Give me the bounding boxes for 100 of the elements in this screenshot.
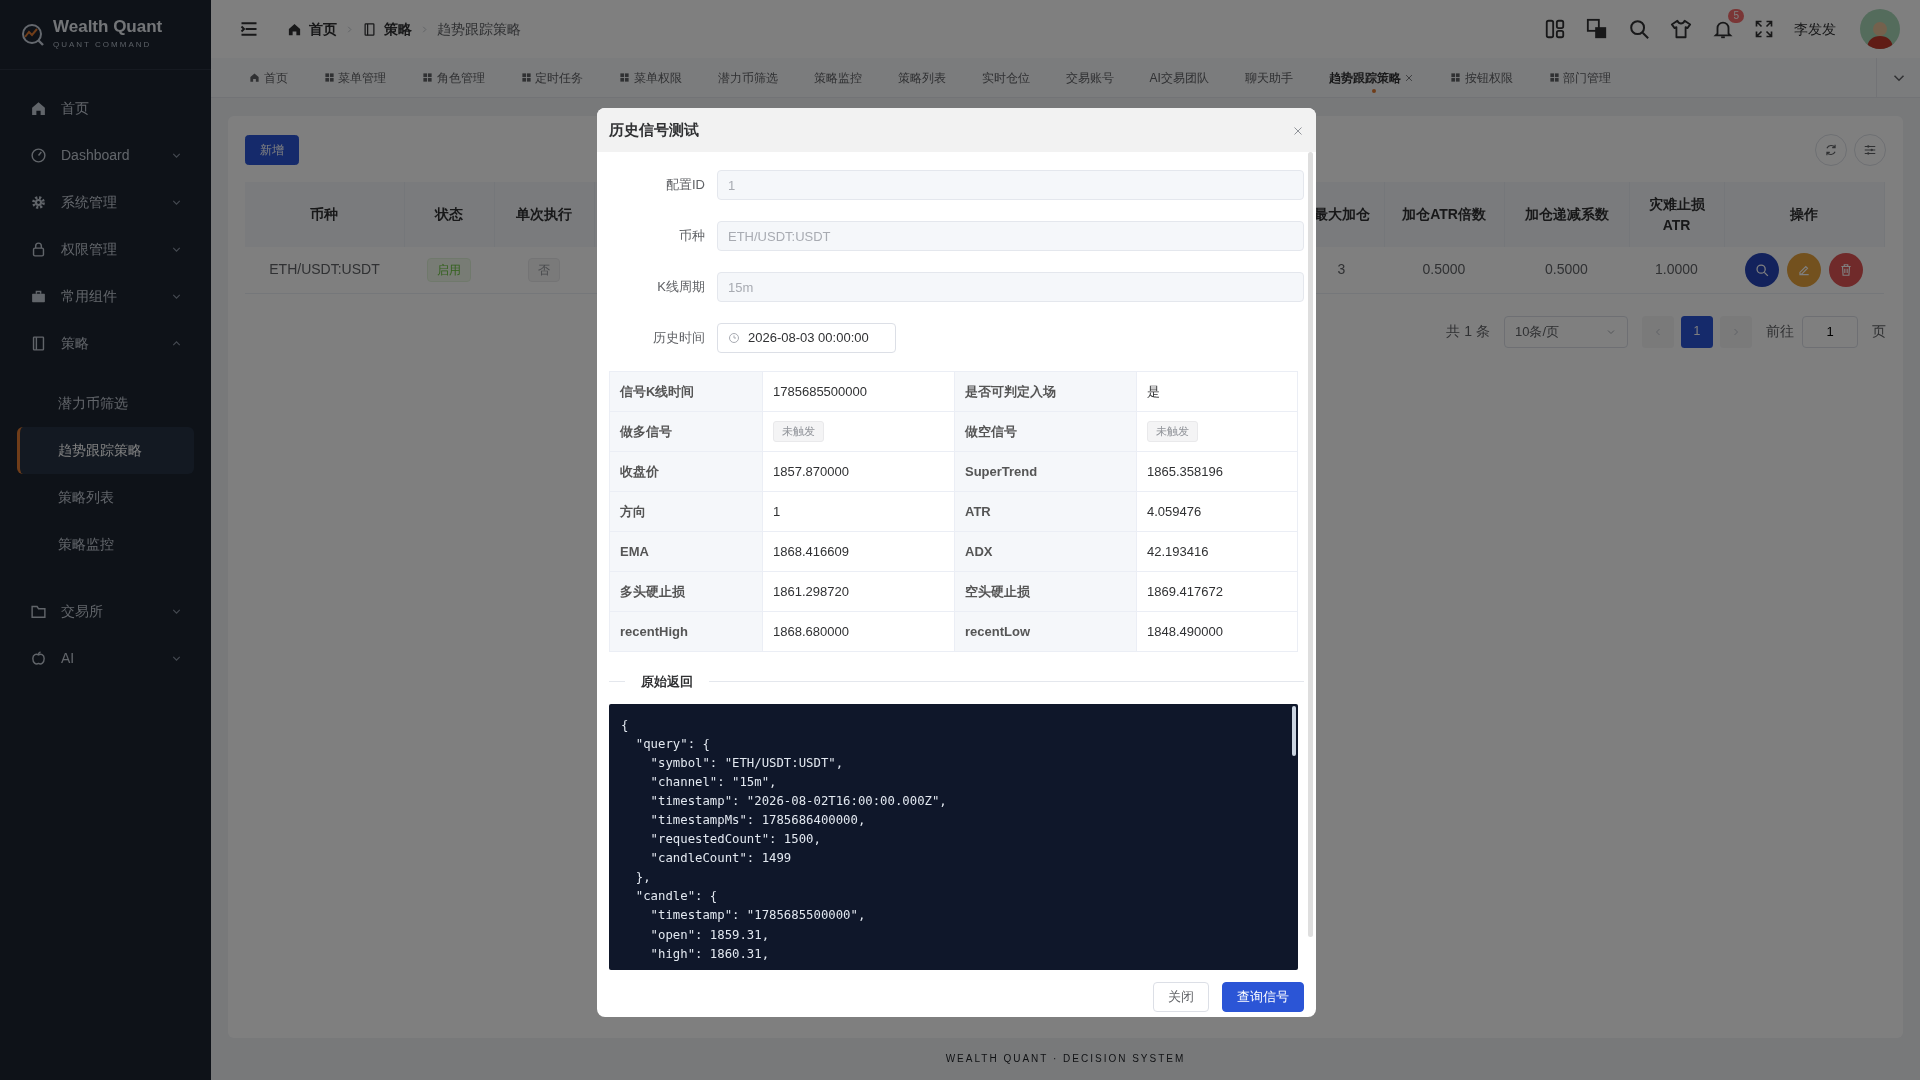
tab[interactable]: 按钮权限 [1432, 57, 1531, 98]
sidebar-subitem[interactable]: 趋势跟踪策略 [17, 427, 194, 474]
detail-label: 是否可判定入场 [965, 383, 1056, 399]
tab[interactable]: 实时仓位 [963, 57, 1048, 98]
detail-label: ADX [965, 543, 993, 559]
grid-icon [1548, 72, 1560, 83]
scrollbar[interactable] [1292, 705, 1296, 756]
footer-text: WEALTH QUANT · DECISION SYSTEM [944, 1051, 1187, 1066]
briefcase-icon [30, 288, 47, 305]
detail-value: 1 [773, 503, 781, 519]
sidebar-subitem[interactable]: 策略监控 [17, 521, 194, 568]
shirt-icon[interactable] [1670, 18, 1692, 40]
table-cell: 0.5000 [1422, 261, 1466, 278]
breadcrumb-item[interactable]: 策略 [384, 18, 412, 40]
page-button[interactable]: 1 [1681, 315, 1713, 348]
user-name[interactable]: 李发发 [1794, 18, 1836, 40]
layout-icon[interactable] [1544, 18, 1566, 40]
detail-value: 4.059476 [1147, 503, 1202, 519]
refresh-button[interactable] [1815, 134, 1847, 166]
detail-value: 1865.358196 [1147, 463, 1223, 479]
avatar[interactable] [1860, 9, 1900, 49]
column-header: 状态 [435, 206, 463, 222]
scrollbar[interactable] [1308, 152, 1313, 937]
dialog-title: 历史信号测试 [609, 119, 699, 140]
detail-value: 1868.680000 [773, 623, 849, 639]
fullscreen-icon[interactable] [1754, 19, 1774, 39]
breadcrumb-item[interactable]: 首页 [309, 18, 337, 40]
sidebar-item[interactable]: 首页 [0, 85, 211, 132]
brand-tagline: QUANT COMMAND [53, 39, 153, 51]
close-icon[interactable] [1404, 72, 1415, 83]
grid-icon [1450, 72, 1462, 83]
column-header: 币种 [310, 206, 339, 222]
edit-button[interactable] [1787, 252, 1821, 287]
breadcrumb-item: 趋势跟踪策略 [437, 19, 521, 39]
search-icon[interactable] [1628, 18, 1650, 40]
goto-label: 前往 [1766, 322, 1794, 341]
sidebar-item[interactable]: 交易所 [0, 588, 211, 635]
notification-badge: 5 [1728, 9, 1744, 23]
detail-value: 1857.870000 [773, 463, 849, 479]
detail-label: 信号K线时间 [620, 383, 695, 399]
detail-value: 42.193416 [1147, 543, 1209, 559]
column-header: 最大加仓 [1313, 206, 1370, 222]
sidebar-item[interactable]: 策略 [0, 320, 211, 367]
table-cell: 0.5000 [1545, 261, 1588, 278]
detail-label: recentHigh [620, 623, 688, 639]
logo-icon [20, 21, 46, 48]
column-header: 加仓ATR倍数 [1402, 206, 1486, 222]
tab[interactable]: 菜单管理 [305, 57, 404, 98]
close-icon[interactable] [1292, 124, 1304, 137]
page-input[interactable]: 1 [1802, 315, 1858, 348]
tab[interactable]: 首页 [231, 57, 306, 98]
grid-icon [520, 72, 532, 83]
detail-label: 做空信号 [965, 423, 1017, 439]
search-icon [1755, 262, 1769, 277]
tab[interactable]: 策略监控 [795, 57, 880, 98]
clock-icon [728, 332, 740, 344]
tab[interactable]: 策略列表 [879, 57, 964, 98]
close-button[interactable]: 关闭 [1153, 981, 1209, 1012]
sidebar-item[interactable]: 系统管理 [0, 179, 211, 226]
query-button[interactable]: 查询信号 [1222, 981, 1304, 1012]
tab[interactable]: 定时任务 [502, 57, 601, 98]
tab[interactable]: 潜力币筛选 [699, 57, 796, 98]
detail-label: 方向 [620, 503, 646, 519]
status-tag: 启用 [427, 257, 471, 282]
view-button[interactable] [1745, 252, 1779, 287]
detail-value: 1785685500000 [773, 383, 867, 399]
sidebar-item[interactable]: Dashboard [0, 132, 211, 179]
settings-button[interactable] [1854, 134, 1886, 166]
page-size-select[interactable]: 10条/页 [1504, 315, 1628, 348]
sidebar-subitem[interactable]: 策略列表 [17, 474, 194, 521]
detail-value: 1848.490000 [1147, 623, 1223, 639]
table-cell: ETH/USDT:USDT [269, 261, 380, 278]
table-cell: 3 [1337, 261, 1346, 278]
sidebar-subitem[interactable]: 潜力币筛选 [17, 380, 194, 427]
grid-icon [619, 72, 630, 83]
home-icon [30, 100, 47, 117]
detail-value: 1869.417672 [1147, 583, 1223, 599]
menu-icon[interactable] [239, 19, 259, 39]
tab[interactable]: AI交易团队 [1131, 57, 1227, 98]
tab[interactable]: 聊天助手 [1226, 57, 1311, 98]
delete-button[interactable] [1829, 252, 1863, 287]
date-time-field[interactable]: 2026-08-03 00:00:00 [717, 323, 896, 353]
tab[interactable]: 菜单权限 [601, 57, 700, 98]
refresh-icon [1824, 143, 1838, 157]
detail-label: 收盘价 [620, 463, 659, 479]
detail-value: 1868.416609 [773, 543, 849, 559]
sidebar-item[interactable]: 常用组件 [0, 273, 211, 320]
sidebar-item[interactable]: 权限管理 [0, 226, 211, 273]
add-button[interactable]: 新增 [245, 135, 299, 165]
book-icon [30, 335, 47, 352]
sidebar-item[interactable]: AI [0, 635, 211, 682]
translate-icon[interactable] [1586, 18, 1608, 40]
field-label: 币种 [678, 227, 706, 246]
tab[interactable]: 趋势跟踪策略 [1310, 57, 1433, 98]
tab[interactable]: 部门管理 [1530, 57, 1630, 98]
trash-icon [1839, 262, 1853, 277]
gauge-icon [30, 147, 47, 164]
status-tag: 未触发 [773, 421, 824, 442]
tab[interactable]: 角色管理 [404, 57, 503, 98]
tab[interactable]: 交易账号 [1047, 57, 1132, 98]
